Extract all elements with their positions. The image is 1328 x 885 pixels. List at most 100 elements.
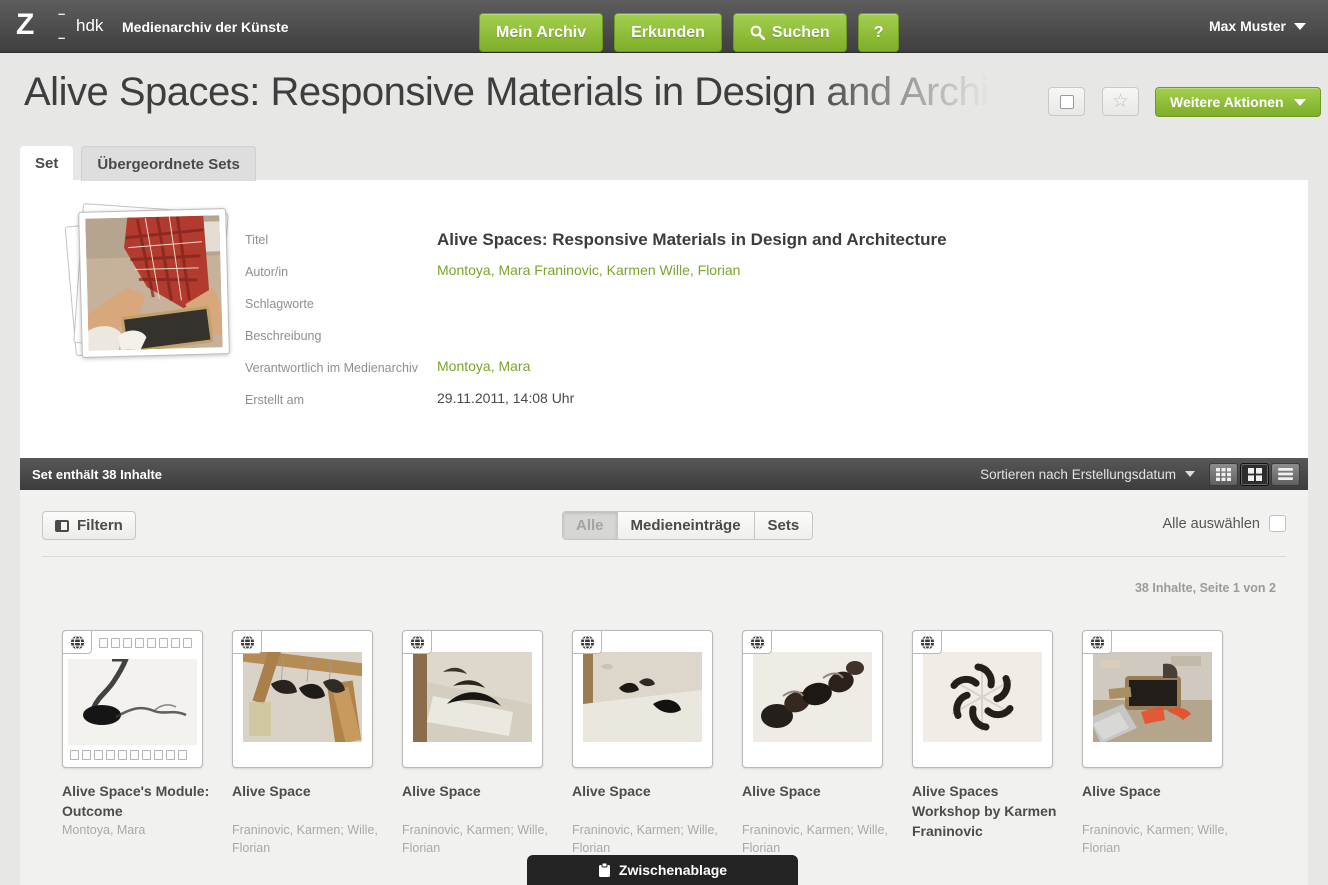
permission-badge[interactable] [402, 630, 432, 654]
user-name: Max Muster [1209, 18, 1286, 34]
thumbnail-image-pieces [583, 652, 702, 742]
zhdk-logo-sub: hdk [76, 16, 103, 36]
zhdk-logo[interactable]: Z [16, 8, 34, 42]
nav-button-label: ? [874, 24, 884, 42]
globe-icon [580, 635, 595, 650]
filter-label: Filtern [77, 517, 123, 534]
result-card: Alive SpaceFraninovic, Karmen; Wille, Fl… [402, 630, 554, 857]
result-thumbnail-set[interactable] [62, 630, 203, 768]
metadata-row: Beschreibung [245, 326, 1245, 347]
result-thumbnail[interactable] [912, 630, 1053, 768]
filter-icon [55, 520, 69, 532]
metadata-value[interactable]: Montoya, Mara [437, 358, 530, 379]
thumbnail-image-ink [68, 659, 197, 745]
result-title[interactable]: Alive Space [572, 781, 724, 821]
result-title[interactable]: Alive Space [1082, 781, 1234, 821]
segment-medieneinträge[interactable]: Medieneinträge [618, 512, 755, 539]
thumbnail-image-cluster [753, 652, 872, 742]
metadata-row: Erstellt am29.11.2011, 14:08 Uhr [245, 390, 1245, 411]
more-actions-button[interactable]: Weitere Aktionen [1155, 87, 1321, 117]
permission-badge[interactable] [912, 630, 942, 654]
filmstrip-perforations [99, 638, 192, 648]
sort-dropdown[interactable]: Sortieren nach Erstellungsdatum [980, 467, 1195, 482]
segment-alle[interactable]: Alle [563, 512, 618, 539]
metadata-label: Titel [245, 230, 437, 251]
clipboard-bar[interactable]: Zwischenablage [527, 855, 798, 885]
tab-set[interactable]: Set [20, 146, 73, 181]
nav-button-?[interactable]: ? [858, 13, 900, 52]
thumbnail-image-arc [413, 652, 532, 742]
result-title[interactable]: Alive Space [402, 781, 554, 821]
permission-badge[interactable] [742, 630, 772, 654]
set-cover-photo [78, 208, 230, 358]
set-detail-panel: TitelAlive Spaces: Responsive Materials … [20, 180, 1308, 458]
nav-button-erkunden[interactable]: Erkunden [614, 13, 722, 52]
filter-button[interactable]: Filtern [42, 511, 136, 540]
thumbnail-image-desk [1093, 652, 1212, 742]
metadata-label: Verantwortlich im Medienarchiv [245, 358, 437, 379]
result-author: Franinovic, Karmen; Wille, Florian [232, 821, 384, 857]
result-thumbnail[interactable] [232, 630, 373, 768]
page-title: Alive Spaces: Responsive Materials in De… [24, 70, 1036, 114]
page-title-wrap: Alive Spaces: Responsive Materials in De… [24, 70, 1036, 126]
metadata-row: Schlagworte [245, 294, 1245, 315]
result-title[interactable]: Alive Spaces Workshop by Karmen Franinov… [912, 781, 1064, 841]
metadata-list: TitelAlive Spaces: Responsive Materials … [245, 230, 1245, 422]
result-card: Alive Space's Module: OutcomeMontoya, Ma… [62, 630, 214, 839]
cover-photo-illustration [85, 215, 222, 350]
select-all-control: Alle auswählen [1162, 515, 1286, 532]
favorite-button[interactable]: ☆ [1102, 87, 1139, 116]
zhdk-logo-dashes: –– [58, 2, 65, 50]
globe-icon [70, 635, 85, 650]
metadata-value: Alive Spaces: Responsive Materials in De… [437, 230, 947, 251]
metadata-label: Autor/in [245, 262, 437, 283]
tab-bar: SetÜbergeordnete Sets [20, 146, 256, 181]
metadata-label: Erstellt am [245, 390, 437, 411]
search-icon [750, 25, 765, 40]
sort-label: Sortieren nach Erstellungsdatum [980, 467, 1176, 482]
result-thumbnail[interactable] [742, 630, 883, 768]
result-thumbnail[interactable] [1082, 630, 1223, 768]
nav-button-label: Mein Archiv [496, 24, 586, 42]
thumbnail-image-beams [243, 652, 362, 742]
globe-icon [750, 635, 765, 650]
nav-button-mein-archiv[interactable]: Mein Archiv [479, 13, 603, 52]
metadata-value[interactable]: Montoya, Mara Franinovic, Karmen Wille, … [437, 262, 740, 283]
divider [42, 556, 1286, 557]
user-menu[interactable]: Max Muster [1209, 18, 1306, 34]
permission-badge[interactable] [572, 630, 602, 654]
select-all-label: Alle auswählen [1162, 516, 1260, 532]
view-toggle-grid-medium-icon[interactable] [1240, 463, 1269, 486]
result-title[interactable]: Alive Space [232, 781, 384, 821]
permission-badge[interactable] [62, 630, 92, 654]
metadata-row: Verantwortlich im MedienarchivMontoya, M… [245, 358, 1245, 379]
globe-icon [240, 635, 255, 650]
segment-sets[interactable]: Sets [755, 512, 813, 539]
set-contents-bar: Set enthält 38 Inhalte Sortieren nach Er… [20, 458, 1308, 490]
set-cover-stack[interactable] [68, 204, 228, 364]
tab-übergeordnete-sets[interactable]: Übergeordnete Sets [81, 146, 256, 181]
result-author: Montoya, Mara [62, 821, 214, 839]
result-title[interactable]: Alive Space [742, 781, 894, 821]
result-thumbnail[interactable] [572, 630, 713, 768]
metadata-value: 29.11.2011, 14:08 Uhr [437, 390, 574, 411]
result-thumbnail[interactable] [402, 630, 543, 768]
select-set-button[interactable] [1048, 87, 1085, 116]
nav-button-label: Erkunden [631, 24, 705, 42]
permission-badge[interactable] [1082, 630, 1112, 654]
result-title[interactable]: Alive Space's Module: Outcome [62, 781, 214, 821]
metadata-label: Beschreibung [245, 326, 437, 347]
view-toggle-grid-small-icon[interactable] [1209, 463, 1238, 486]
metadata-row: Autor/inMontoya, Mara Franinovic, Karmen… [245, 262, 1245, 283]
chevron-down-icon [1294, 23, 1306, 30]
nav-button-suchen[interactable]: Suchen [733, 13, 847, 52]
filmstrip-perforations [70, 750, 187, 760]
result-card: Alive SpaceFraninovic, Karmen; Wille, Fl… [1082, 630, 1234, 857]
chevron-down-icon [1294, 99, 1306, 106]
type-filter-segments: AlleMedieneinträgeSets [562, 511, 813, 540]
view-toggle-list-icon[interactable] [1271, 463, 1300, 486]
select-all-checkbox[interactable] [1269, 515, 1286, 532]
globe-icon [1090, 635, 1105, 650]
globe-icon [410, 635, 425, 650]
permission-badge[interactable] [232, 630, 262, 654]
